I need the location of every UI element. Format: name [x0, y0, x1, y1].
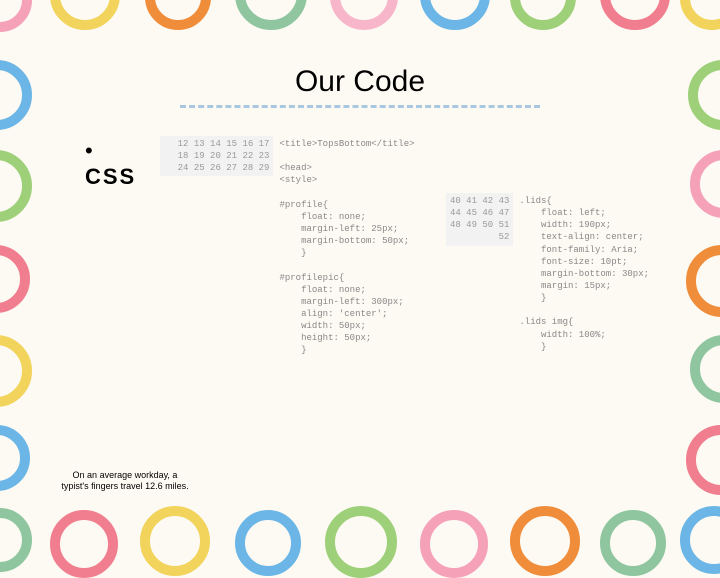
border-circle [420, 510, 488, 578]
page-title: Our Code [65, 65, 655, 99]
border-circle [680, 0, 720, 30]
border-circle [0, 60, 32, 130]
border-circle [140, 506, 210, 576]
border-circle [50, 510, 118, 578]
border-circle [0, 508, 32, 572]
slide-content: Our Code CSS 12 13 14 15 16 17 18 19 20 … [65, 55, 655, 485]
border-circle [235, 510, 301, 576]
border-circle [510, 506, 580, 576]
border-circle [510, 0, 576, 30]
border-circle [0, 335, 32, 407]
border-circle [235, 0, 307, 30]
border-circle [686, 425, 720, 495]
body-row: CSS 12 13 14 15 16 17 18 19 20 21 22 23 … [65, 138, 655, 359]
border-circle [680, 506, 720, 574]
border-circle [420, 0, 490, 30]
border-circle [690, 150, 720, 218]
code-block-2: 40 41 42 43 44 45 46 47 48 49 50 51 52 .… [446, 193, 656, 355]
code-text-2: .lids{ float: left; width: 190px; text-a… [513, 193, 655, 355]
border-circle [0, 425, 30, 491]
border-circle [145, 0, 211, 30]
line-numbers-1: 12 13 14 15 16 17 18 19 20 21 22 23 24 2… [160, 136, 274, 176]
border-circle [0, 245, 30, 313]
code-text-1: <title>TopsBottom</title> <head> <style>… [273, 136, 420, 359]
border-circle [688, 60, 720, 130]
border-circle [600, 0, 670, 30]
border-circle [0, 0, 32, 32]
bullet-css: CSS [85, 138, 150, 190]
title-underline [180, 105, 540, 108]
border-circle [0, 150, 32, 222]
border-circle [50, 0, 120, 30]
border-circle [690, 335, 720, 403]
border-circle [686, 245, 720, 317]
bullet-section: CSS [65, 138, 150, 190]
border-circle [325, 506, 397, 578]
border-circle [330, 0, 398, 30]
fun-fact: On an average workday, a typist's finger… [60, 470, 190, 493]
border-circle [600, 510, 666, 576]
line-numbers-2: 40 41 42 43 44 45 46 47 48 49 50 51 52 [446, 193, 514, 246]
code-block-1: 12 13 14 15 16 17 18 19 20 21 22 23 24 2… [160, 136, 421, 359]
